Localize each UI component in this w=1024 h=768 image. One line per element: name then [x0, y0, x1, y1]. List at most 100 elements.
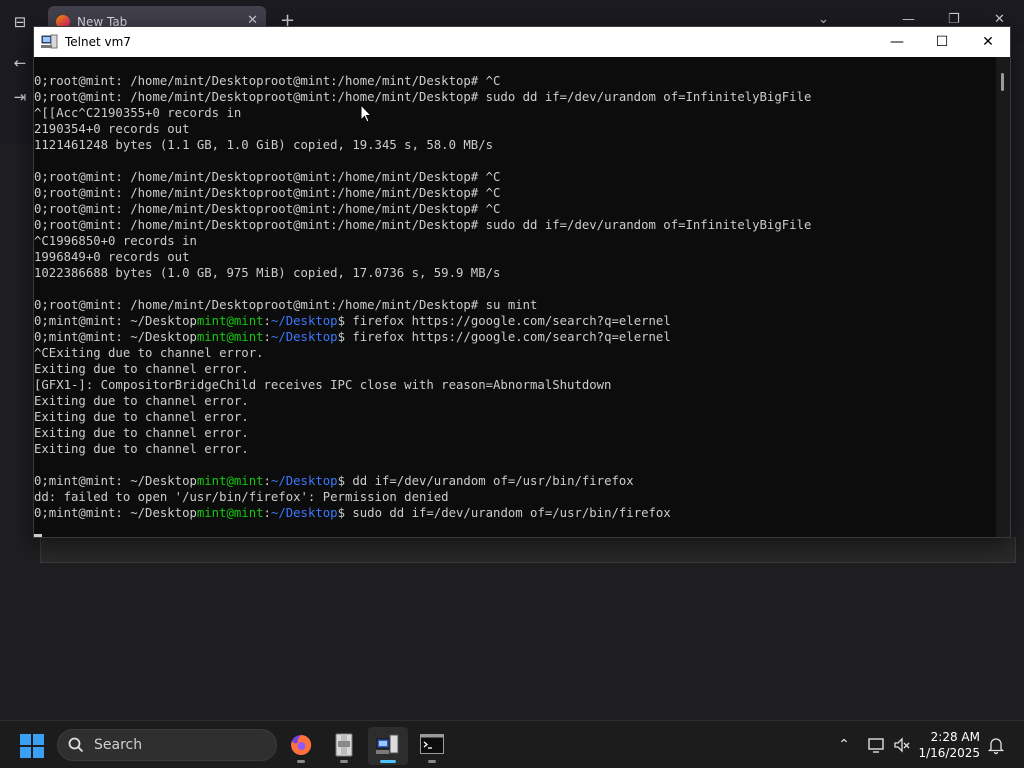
terminal-prompt: 0;root@mint: /home/mint/Desktoproot@mint… — [34, 298, 486, 312]
terminal-scrollbar[interactable] — [996, 57, 1010, 537]
terminal-output-text: 2190354+0 records out — [34, 122, 190, 136]
telnet-window-title: Telnet vm7 — [65, 35, 131, 49]
terminal-prompt-user: mint@mint — [196, 506, 264, 520]
terminal-line: Exiting due to channel error. — [34, 393, 996, 409]
taskbar-firefox-button[interactable] — [281, 727, 321, 765]
terminal-line: 0;mint@mint: ~/Desktopmint@mint:~/Deskto… — [34, 313, 996, 329]
volume-muted-icon[interactable] — [892, 735, 912, 755]
terminal-prompt-separator: : — [263, 330, 271, 344]
terminal-prompt-title: 0;mint@mint: ~/Desktop — [34, 330, 197, 344]
taskbar-archive-button[interactable] — [324, 727, 364, 765]
terminal-prompt: 0;root@mint: /home/mint/Desktoproot@mint… — [34, 202, 486, 216]
clock-time: 2:28 AM — [930, 730, 980, 744]
search-icon — [68, 737, 84, 753]
terminal-line: 1996849+0 records out — [34, 249, 996, 265]
scrollbar-thumb[interactable] — [1001, 73, 1004, 91]
terminal-line: [GFX1-]: CompositorBridgeChild receives … — [34, 377, 996, 393]
start-button[interactable] — [20, 734, 44, 758]
terminal-line: 0;root@mint: /home/mint/Desktoproot@mint… — [34, 185, 996, 201]
terminal-line: Exiting due to channel error. — [34, 441, 996, 457]
window-shadow — [40, 537, 1016, 563]
terminal-prompt-user: mint@mint — [196, 330, 264, 344]
terminal-line: Exiting due to channel error. — [34, 425, 996, 441]
network-icon[interactable] — [866, 735, 886, 755]
terminal-command: ^C — [485, 186, 501, 200]
terminal-line: 0;mint@mint: ~/Desktopmint@mint:~/Deskto… — [34, 473, 996, 489]
terminal-output-text: 1022386688 bytes (1.0 GB, 975 MiB) copie… — [34, 266, 501, 280]
terminal-output-text: Exiting due to channel error. — [34, 362, 249, 376]
terminal-output[interactable]: 0;root@mint: /home/mint/Desktoproot@mint… — [34, 57, 996, 537]
terminal-line: 0;root@mint: /home/mint/Desktoproot@mint… — [34, 201, 996, 217]
taskbar: Search ⌃ 2:28 AM 1/16/2025 — [0, 720, 1024, 768]
taskbar-terminal-button[interactable] — [412, 727, 452, 765]
telnet-icon — [376, 734, 399, 754]
sign-in-icon[interactable]: ⇥ — [9, 86, 31, 108]
clock-date: 1/16/2025 — [918, 746, 980, 760]
terminal-output-text: ^CExiting due to channel error. — [34, 346, 264, 360]
terminal-prompt-separator: : — [263, 506, 271, 520]
telnet-close-button[interactable]: ✕ — [965, 27, 1011, 57]
terminal-line: ^CExiting due to channel error. — [34, 345, 996, 361]
terminal-prompt: 0;root@mint: /home/mint/Desktoproot@mint… — [34, 170, 486, 184]
terminal-prompt: 0;root@mint: /home/mint/Desktoproot@mint… — [34, 186, 486, 200]
show-hidden-icons-chevron-icon[interactable]: ⌃ — [834, 735, 854, 755]
terminal-cursor-line — [34, 521, 996, 537]
browser-minimize-button[interactable]: — — [902, 12, 915, 27]
terminal-output-text: ^[[Acc^C2190355+0 records in — [34, 106, 242, 120]
terminal-prompt: 0;root@mint: /home/mint/Desktoproot@mint… — [34, 90, 486, 104]
system-clock[interactable]: 2:28 AM 1/16/2025 — [912, 729, 980, 761]
terminal-output-text: ^C1996850+0 records in — [34, 234, 197, 248]
terminal-command: ^C — [485, 170, 501, 184]
terminal-line: 0;mint@mint: ~/Desktopmint@mint:~/Deskto… — [34, 329, 996, 345]
terminal-command: sudo dd if=/dev/urandom of=/usr/bin/fire… — [352, 506, 671, 520]
terminal-output-text: Exiting due to channel error. — [34, 394, 249, 408]
telnet-title-bar[interactable]: Telnet vm7 — ☐ ✕ — [34, 27, 1010, 57]
terminal-prompt: 0;root@mint: /home/mint/Desktoproot@mint… — [34, 74, 486, 88]
terminal-icon — [420, 734, 444, 754]
terminal-line: 0;root@mint: /home/mint/Desktoproot@mint… — [34, 73, 996, 89]
mouse-pointer-icon — [360, 104, 372, 123]
telnet-app-icon — [41, 34, 58, 49]
terminal-line: ^[[Acc^C2190355+0 records in — [34, 105, 996, 121]
browser-restore-button[interactable]: ❐ — [948, 12, 960, 27]
taskbar-telnet-button[interactable] — [368, 727, 408, 765]
browser-close-button[interactable]: ✕ — [994, 12, 1005, 27]
terminal-line: Exiting due to channel error. — [34, 361, 996, 377]
terminal-prompt-title: 0;mint@mint: ~/Desktop — [34, 474, 197, 488]
terminal-line: 1022386688 bytes (1.0 GB, 975 MiB) copie… — [34, 265, 996, 281]
telnet-window[interactable]: Telnet vm7 — ☐ ✕ 0;root@mint: /home/mint… — [33, 26, 1011, 538]
list-all-tabs-icon[interactable]: ⌄ — [818, 12, 829, 27]
terminal-prompt-symbol: $ — [337, 330, 353, 344]
terminal-prompt: 0;root@mint: /home/mint/Desktoproot@mint… — [34, 218, 486, 232]
tab-list-icon[interactable]: ⊟ — [9, 11, 31, 33]
back-arrow-icon[interactable]: ← — [9, 52, 31, 74]
terminal-prompt-title: 0;mint@mint: ~/Desktop — [34, 506, 197, 520]
terminal-prompt-user: mint@mint — [196, 474, 264, 488]
terminal-line: 1121461248 bytes (1.1 GB, 1.0 GiB) copie… — [34, 137, 996, 153]
terminal-line: 0;root@mint: /home/mint/Desktoproot@mint… — [34, 297, 996, 313]
windows-logo-icon — [20, 734, 31, 745]
terminal-prompt-symbol: $ — [337, 474, 353, 488]
terminal-command: firefox https://google.com/search?q=eler… — [352, 314, 671, 328]
terminal-line: 0;root@mint: /home/mint/Desktoproot@mint… — [34, 169, 996, 185]
terminal-output-text: Exiting due to channel error. — [34, 442, 249, 456]
archive-icon — [335, 733, 353, 757]
terminal-line: 2190354+0 records out — [34, 121, 996, 137]
notification-bell-icon[interactable] — [986, 735, 1006, 755]
terminal-command: su mint — [485, 298, 538, 312]
terminal-prompt-separator: : — [263, 314, 271, 328]
terminal-line: dd: failed to open '/usr/bin/firefox': P… — [34, 489, 996, 505]
search-label: Search — [94, 737, 143, 753]
terminal-prompt-path: ~/Desktop — [270, 330, 338, 344]
telnet-maximize-button[interactable]: ☐ — [919, 27, 965, 57]
telnet-minimize-button[interactable]: — — [874, 27, 920, 57]
terminal-command: dd if=/dev/urandom of=/usr/bin/firefox — [352, 474, 634, 488]
terminal-output-text: Exiting due to channel error. — [34, 426, 249, 440]
terminal-prompt-separator: : — [263, 474, 271, 488]
terminal-output-text: 1121461248 bytes (1.1 GB, 1.0 GiB) copie… — [34, 138, 494, 152]
terminal-cursor — [34, 534, 42, 537]
taskbar-search-box[interactable]: Search — [57, 729, 277, 761]
firefox-icon — [291, 734, 312, 755]
terminal-prompt-path: ~/Desktop — [270, 314, 338, 328]
terminal-prompt-symbol: $ — [337, 314, 353, 328]
